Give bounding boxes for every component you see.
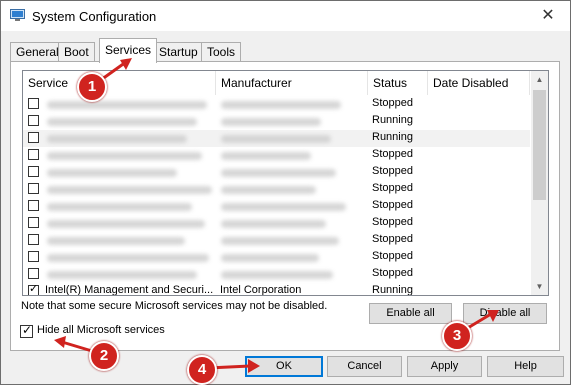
row-checkbox[interactable] <box>28 115 39 126</box>
scroll-thumb[interactable] <box>533 90 546 200</box>
tab-tools[interactable]: Tools <box>201 42 242 62</box>
close-icon[interactable]: ✕ <box>526 1 570 31</box>
column-header-status[interactable]: Status <box>368 71 428 95</box>
secure-services-note: Note that some secure Microsoft services… <box>21 300 328 312</box>
row-checkbox[interactable] <box>28 149 39 160</box>
table-row[interactable]: Stopped <box>23 215 530 232</box>
tab-boot[interactable]: Boot <box>58 42 95 62</box>
table-row[interactable]: Running <box>23 113 530 130</box>
row-status: Stopped <box>372 216 413 228</box>
manufacturer-redacted <box>221 220 326 228</box>
manufacturer-redacted <box>221 237 339 245</box>
tab-startup[interactable]: Startup <box>153 42 204 62</box>
row-checkbox[interactable] <box>28 234 39 245</box>
service-name-redacted <box>47 186 212 194</box>
title-bar: System Configuration ✕ <box>1 1 570 31</box>
table-row[interactable]: Stopped <box>23 181 530 198</box>
manufacturer-redacted <box>221 254 319 262</box>
row-checkbox[interactable] <box>28 268 39 279</box>
service-name-redacted <box>47 203 192 211</box>
enable-all-button[interactable]: Enable all <box>369 303 452 324</box>
column-header-date-disabled[interactable]: Date Disabled <box>428 71 530 95</box>
table-row[interactable]: Stopped <box>23 266 530 283</box>
service-name-redacted <box>47 271 197 279</box>
row-status: Stopped <box>372 250 413 262</box>
table-row[interactable]: Stopped <box>23 147 530 164</box>
msconfig-icon <box>10 9 25 21</box>
row-service-name: Intel(R) Management and Securi... <box>45 284 214 296</box>
cancel-button[interactable]: Cancel <box>327 356 402 377</box>
manufacturer-redacted <box>221 271 333 279</box>
scroll-down-icon[interactable]: ▼ <box>531 278 548 295</box>
service-name-redacted <box>47 220 205 228</box>
manufacturer-redacted <box>221 169 336 177</box>
row-checkbox[interactable] <box>28 217 39 228</box>
vertical-scrollbar[interactable]: ▲ ▼ <box>531 71 548 295</box>
row-status: Stopped <box>372 97 413 109</box>
help-button[interactable]: Help <box>487 356 564 377</box>
window-title: System Configuration <box>32 9 157 24</box>
service-name-redacted <box>47 169 177 177</box>
manufacturer-redacted <box>221 186 316 194</box>
table-row[interactable]: Stopped <box>23 198 530 215</box>
row-checkbox[interactable] <box>28 98 39 109</box>
manufacturer-redacted <box>221 152 311 160</box>
row-status: Stopped <box>372 267 413 279</box>
table-row[interactable]: Intel(R) Management and Securi... Intel … <box>23 282 530 296</box>
services-list[interactable]: Service Manufacturer Status Date Disable… <box>22 70 549 296</box>
row-checkbox[interactable] <box>28 132 39 143</box>
hide-microsoft-services-checkbox[interactable] <box>20 323 33 338</box>
service-name-redacted <box>47 101 207 109</box>
annotation-badge-4: 4 <box>187 355 217 385</box>
row-status: Running <box>372 284 413 296</box>
row-status: Stopped <box>372 199 413 211</box>
row-checkbox[interactable] <box>28 166 39 177</box>
row-checkbox[interactable] <box>28 183 39 194</box>
row-status: Stopped <box>372 233 413 245</box>
manufacturer-redacted <box>221 135 331 143</box>
manufacturer-redacted <box>221 203 346 211</box>
row-checkbox[interactable] <box>28 251 39 262</box>
row-status: Stopped <box>372 165 413 177</box>
row-status: Stopped <box>372 148 413 160</box>
table-row[interactable]: Stopped <box>23 232 530 249</box>
column-header-manufacturer[interactable]: Manufacturer <box>216 71 368 95</box>
row-manufacturer: Intel Corporation <box>220 284 302 296</box>
services-rows: Stopped Running Running Stopped Stopped … <box>23 96 530 296</box>
tab-general[interactable]: General <box>10 42 65 62</box>
service-name-redacted <box>47 254 209 262</box>
row-status: Running <box>372 131 413 143</box>
annotation-badge-3: 3 <box>442 321 472 351</box>
table-row[interactable]: Running <box>23 130 530 147</box>
apply-button[interactable]: Apply <box>407 356 482 377</box>
service-name-redacted <box>47 118 197 126</box>
row-status: Running <box>372 114 413 126</box>
manufacturer-redacted <box>221 118 321 126</box>
annotation-badge-2: 2 <box>89 341 119 371</box>
table-row[interactable]: Stopped <box>23 164 530 181</box>
manufacturer-redacted <box>221 101 341 109</box>
service-name-redacted <box>47 152 202 160</box>
service-name-redacted <box>47 135 187 143</box>
annotation-badge-1: 1 <box>77 72 107 102</box>
service-name-redacted <box>47 237 185 245</box>
table-row[interactable]: Stopped <box>23 249 530 266</box>
row-status: Stopped <box>372 182 413 194</box>
scroll-up-icon[interactable]: ▲ <box>531 71 548 88</box>
row-checkbox[interactable] <box>28 282 39 295</box>
row-checkbox[interactable] <box>28 200 39 211</box>
